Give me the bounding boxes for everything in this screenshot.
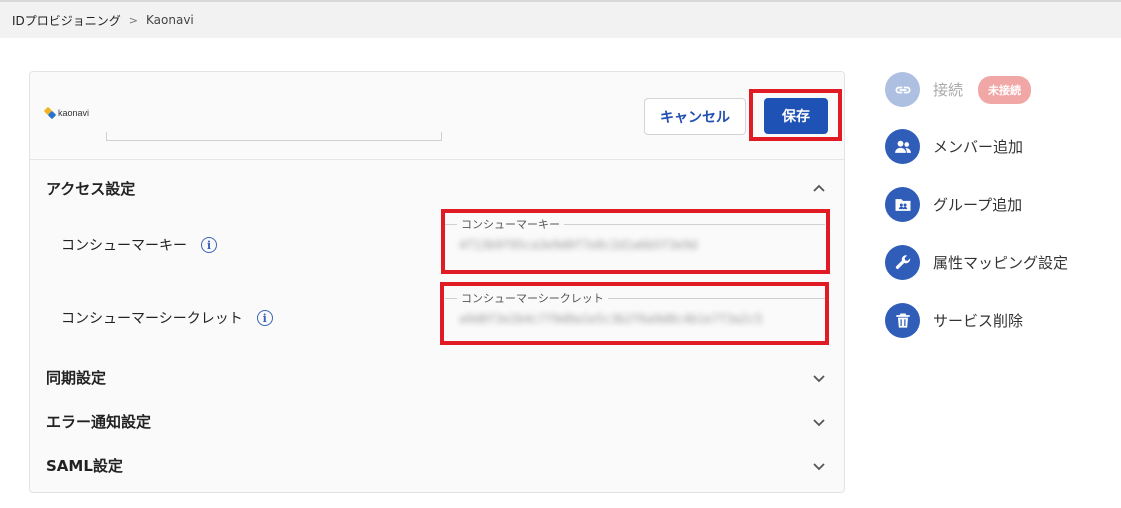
cancel-button[interactable]: キャンセル [644, 98, 746, 135]
consumer-key-legend: コンシューマーキー [457, 216, 564, 232]
add-member-label: メンバー追加 [933, 138, 1024, 156]
consumer-key-value[interactable]: 4f13b9f95ca3e9d0f7e8c2d1a6b5f3e9d [459, 238, 819, 252]
service-logo-text: kaonavi [58, 108, 90, 118]
consumer-secret-label-row: コンシューマーシークレット i [61, 308, 273, 328]
wrench-icon [885, 245, 920, 280]
consumer-key-label: コンシューマーキー [61, 238, 187, 254]
section-error-title[interactable]: エラー通知設定 [46, 411, 151, 432]
section-sync-title[interactable]: 同期設定 [46, 367, 106, 388]
users-icon [885, 129, 920, 164]
delete-service-label: サービス削除 [933, 312, 1024, 330]
attribute-mapping-label: 属性マッピング設定 [933, 254, 1069, 272]
settings-card: kaonavi キャンセル 保存 アクセス設定 コンシューマーキー i コンシュ… [29, 71, 845, 493]
connect-label: 接続 [933, 81, 964, 99]
connect-action: 接続 未接続 [885, 72, 1032, 107]
delete-service-button[interactable]: サービス削除 [885, 303, 1023, 338]
chevron-down-icon[interactable] [812, 414, 826, 428]
breadcrumb-parent[interactable]: IDプロビジョニング [12, 12, 121, 29]
add-group-button[interactable]: グループ追加 [885, 187, 1022, 222]
info-icon[interactable]: i [256, 310, 273, 326]
breadcrumb-separator: > [128, 13, 138, 27]
consumer-secret-field[interactable]: コンシューマーシークレット a9d8f3e2b4c7f9d8a1e5c3b2f6… [445, 290, 825, 336]
breadcrumb: IDプロビジョニング > Kaonavi [0, 0, 1121, 38]
breadcrumb-current: Kaonavi [146, 13, 194, 27]
add-group-label: グループ追加 [933, 196, 1023, 214]
kaonavi-logo-icon [45, 108, 55, 118]
card-header: kaonavi キャンセル 保存 [30, 72, 844, 160]
link-icon [885, 72, 920, 107]
attribute-mapping-button[interactable]: 属性マッピング設定 [885, 245, 1068, 280]
chevron-up-icon[interactable] [812, 180, 826, 194]
consumer-key-field[interactable]: コンシューマーキー 4f13b9f95ca3e9d0f7e8c2d1a6b5f3… [445, 216, 825, 262]
status-badge: 未接続 [978, 75, 1032, 104]
save-button[interactable]: 保存 [764, 98, 828, 134]
group-folder-icon [885, 187, 920, 222]
trash-icon [885, 303, 920, 338]
consumer-secret-value[interactable]: a9d8f3e2b4c7f9d8a1e5c3b2f6a9d8c4b1e7f3a2… [459, 312, 819, 326]
consumer-key-label-row: コンシューマーキー i [61, 235, 217, 255]
chevron-down-icon[interactable] [812, 458, 826, 472]
add-member-button[interactable]: メンバー追加 [885, 129, 1023, 164]
service-name-input[interactable] [106, 132, 442, 141]
consumer-secret-legend: コンシューマーシークレット [457, 290, 608, 306]
service-logo: kaonavi [45, 108, 89, 118]
section-saml-title[interactable]: SAML設定 [46, 455, 123, 476]
chevron-down-icon[interactable] [812, 370, 826, 384]
section-access-title[interactable]: アクセス設定 [46, 178, 135, 199]
consumer-secret-label: コンシューマーシークレット [61, 311, 243, 327]
info-icon[interactable]: i [201, 237, 217, 253]
